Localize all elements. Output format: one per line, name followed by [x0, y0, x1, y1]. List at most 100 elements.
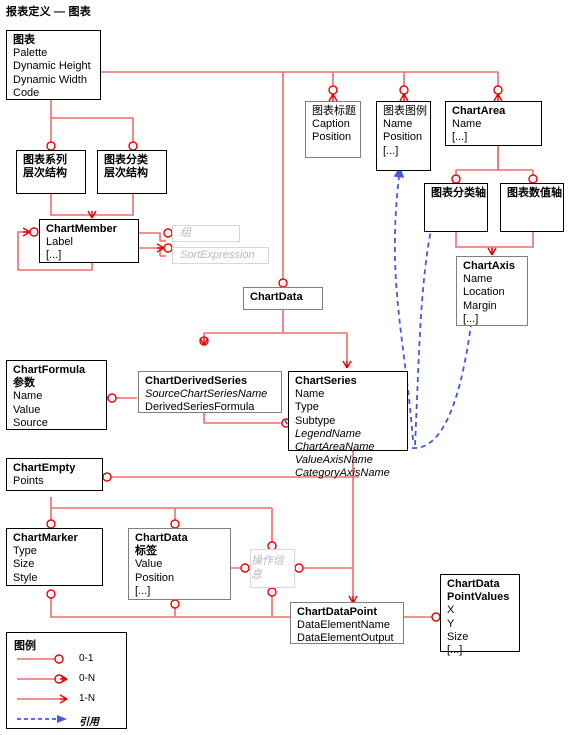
relation-marker-zero — [170, 519, 180, 529]
entity-attribute: Subtype — [295, 414, 336, 427]
entity-attribute: LegendName — [295, 427, 362, 440]
entity-attribute: X — [447, 604, 455, 617]
entity-attribute: Location — [463, 286, 505, 299]
entity-chart-data-point[interactable]: ChartDataPoint DataElementName DataEleme… — [290, 602, 404, 644]
entity-attribute: [...] — [463, 312, 479, 325]
entity-header: 图表数值轴 — [507, 187, 562, 199]
entity-header: ChartDataPoint — [297, 606, 378, 618]
entity-attribute: Name — [452, 118, 482, 131]
entity-chart-data-label[interactable]: ChartData 标签 Value Position [...] — [128, 528, 231, 600]
entity-chart[interactable]: 图表 Palette Dynamic Height Dynamic Width … — [6, 30, 101, 100]
entity-chart-formula[interactable]: ChartFormula 参数 Name Value Source — [6, 360, 107, 430]
relation-marker-zero — [199, 336, 209, 346]
entity-attribute: Name — [383, 118, 413, 131]
entity-attribute: 标签 — [135, 545, 157, 558]
entity-header: 图表图例 — [383, 105, 427, 117]
entity-chart-data-point-values[interactable]: ChartData PointValues X Y Size [...] — [440, 574, 520, 656]
entity-header: ChartMarker — [13, 532, 78, 544]
entity-attribute: Name — [463, 273, 493, 286]
entity-attribute: [...] — [46, 249, 62, 262]
entity-header: 图表系列 — [23, 154, 67, 166]
entity-chart-series[interactable]: ChartSeries Name Type Subtype LegendName… — [288, 371, 408, 479]
relation-marker-zero — [294, 563, 304, 573]
entity-attribute: Position — [135, 571, 175, 584]
entity-chart-axis[interactable]: ChartAxis Name Location Margin [...] — [456, 256, 528, 326]
entity-chart-data-top[interactable]: ChartData — [243, 287, 323, 310]
legend-symbols — [17, 654, 68, 723]
entity-header: ChartArea — [452, 105, 506, 117]
relation-marker-zero — [493, 85, 503, 95]
entity-header: ChartData — [250, 291, 303, 303]
relation-marker-zero — [128, 141, 138, 151]
entity-attribute: Margin — [463, 299, 497, 312]
relation-marker-zero — [278, 278, 288, 288]
entity-header: ChartFormula — [13, 364, 86, 376]
entity-action-info-placeholder[interactable]: 操作信息 — [250, 549, 295, 588]
relation-marker-zero — [46, 589, 56, 599]
entity-header: 组 — [180, 226, 191, 239]
entity-header: 操作信息 — [251, 555, 284, 581]
entity-header: ChartMember — [46, 223, 117, 235]
entity-chart-category-hierarchy[interactable]: 图表分类 层次结构 — [97, 150, 167, 194]
entity-header: 图表分类轴 — [431, 187, 486, 199]
relation-marker-zero — [29, 227, 39, 237]
entity-header: ChartSeries — [295, 375, 357, 387]
entity-chart-marker[interactable]: ChartMarker Type Size Style — [6, 528, 103, 586]
entity-chart-category-axis[interactable]: 图表分类轴 — [424, 183, 488, 232]
entity-chart-member[interactable]: ChartMember Label [...] — [39, 219, 139, 263]
entity-attribute: Dynamic Height — [13, 60, 91, 73]
entity-attribute: CategoryAxisName — [295, 467, 390, 480]
entity-attribute: Caption — [312, 118, 350, 131]
entity-chart-derived-series[interactable]: ChartDerivedSeries SourceChartSeriesName… — [138, 371, 282, 413]
entity-chart-area[interactable]: ChartArea Name [...] — [445, 101, 542, 146]
entity-header: ChartData — [135, 532, 188, 544]
relation-marker-zero — [451, 174, 461, 184]
entity-attribute: Source — [13, 416, 48, 429]
legend-panel: 图例 0-1 0-N 1-N 引用 — [6, 632, 127, 729]
legend-item-label: 1-N — [79, 693, 96, 704]
entity-attribute: Name — [13, 390, 43, 403]
relation-marker-zero — [107, 393, 117, 403]
entity-attribute: Label — [46, 236, 73, 249]
entity-header: ChartAxis — [463, 260, 515, 272]
relation-marker-zero — [163, 228, 173, 238]
entity-attribute: DataElementOutput — [297, 632, 394, 645]
entity-header: ChartDerivedSeries — [145, 375, 248, 387]
legend-item-label: 0-1 — [79, 653, 94, 664]
entity-attribute: [...] — [135, 584, 151, 597]
entity-attribute: Type — [295, 401, 319, 414]
legend-item-label: 0-N — [79, 673, 96, 684]
entity-attribute: Size — [447, 630, 469, 643]
entity-chart-empty[interactable]: ChartEmpty Points — [6, 458, 103, 491]
entity-attribute: Value — [13, 403, 41, 416]
relation-marker-zero — [399, 85, 409, 95]
entity-chart-title[interactable]: 图表标题 Caption Position — [305, 101, 361, 158]
entity-header: ChartEmpty — [13, 462, 76, 474]
uml-diagram-canvas: 报表定义 — 图表 图表 Palette Dynamic Height Dyna… — [0, 0, 571, 735]
entity-chart-legend[interactable]: 图表图例 Name Position [...] — [376, 101, 431, 171]
entity-header: SortExpression — [180, 248, 255, 261]
entity-header: 图表标题 — [312, 105, 356, 117]
entity-sort-expression-placeholder[interactable]: SortExpression — [172, 247, 269, 264]
entity-attribute: Size — [13, 558, 35, 571]
entity-chart-series-hierarchy[interactable]: 图表系列 层次结构 — [16, 150, 86, 194]
entity-attribute: [...] — [452, 131, 468, 144]
entity-attribute: Position — [383, 131, 423, 144]
page-title: 报表定义 — 图表 — [6, 6, 91, 18]
relation-marker-zero — [267, 587, 277, 597]
entity-attribute: Y — [447, 617, 455, 630]
entity-attribute: 参数 — [13, 377, 35, 390]
entity-header-line2: PointValues — [447, 591, 510, 604]
relation-marker-zero — [328, 85, 338, 95]
entity-attribute: DataElementName — [297, 619, 390, 632]
relation-marker-zero — [46, 141, 56, 151]
entity-chart-value-axis[interactable]: 图表数值轴 — [500, 183, 564, 232]
entity-attribute: Value — [135, 558, 163, 571]
entity-group-placeholder[interactable]: 组 — [172, 225, 240, 242]
entity-attribute: Style — [13, 571, 38, 584]
entity-attribute: DerivedSeriesFormula — [145, 401, 255, 414]
entity-attribute: Palette — [13, 47, 48, 60]
entity-header: 图表 — [13, 34, 35, 46]
relation-marker-zero — [102, 472, 112, 482]
entity-attribute: Dynamic Width — [13, 73, 87, 86]
